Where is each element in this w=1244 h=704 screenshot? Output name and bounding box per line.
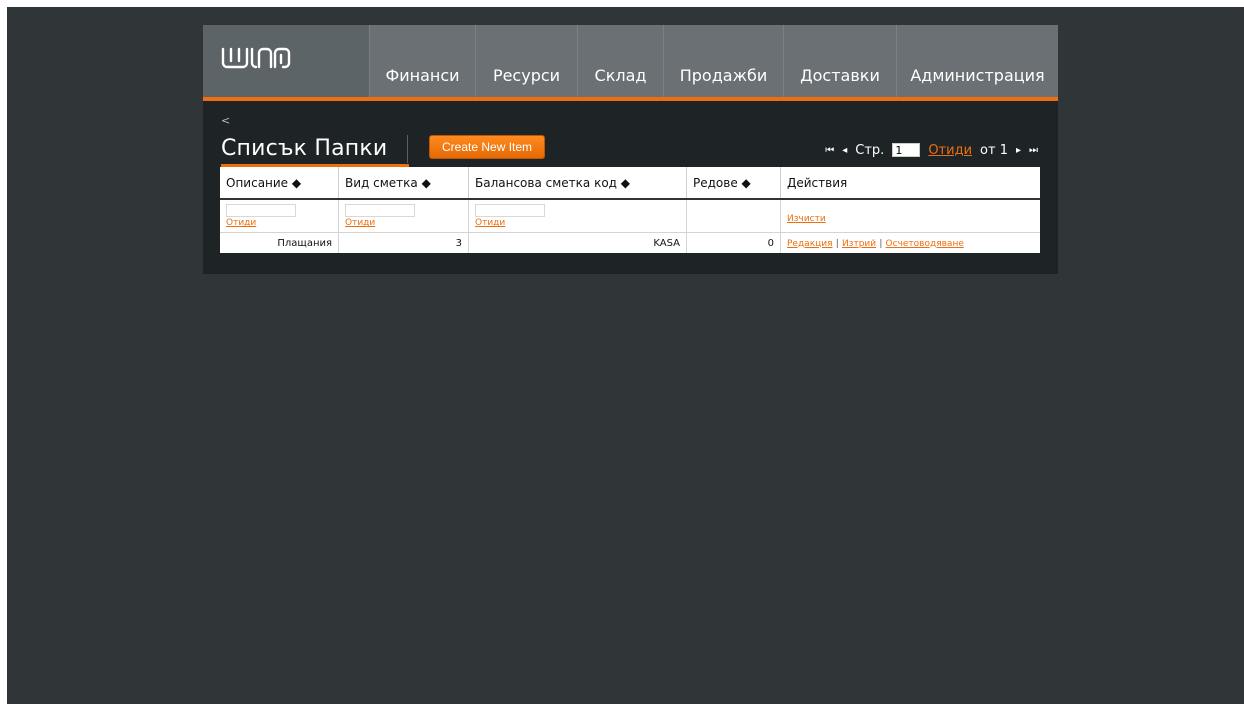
page-title: Списък Папки xyxy=(221,135,409,163)
page-count-label: от 1 xyxy=(980,142,1008,158)
create-new-item-button[interactable]: Create New Item xyxy=(429,135,546,159)
nav-resources[interactable]: Ресурси xyxy=(475,25,577,97)
cell-account-type: 3 xyxy=(338,232,469,253)
nav-administration[interactable]: Администрация xyxy=(896,25,1058,97)
filter-account-type-input[interactable] xyxy=(345,204,415,217)
first-page-icon[interactable]: ⏮ xyxy=(825,145,834,156)
col-header-lines[interactable]: Редове ◆ xyxy=(686,167,781,200)
wm-logo xyxy=(221,47,291,69)
clear-filters-link[interactable]: Изчисти xyxy=(787,214,1034,224)
nav-sales[interactable]: Продажби xyxy=(663,25,783,97)
pagination: ⏮ ◂ Стр. Отиди от 1 ▸ ⏭ xyxy=(825,141,1038,159)
filter-cell: Изчисти xyxy=(780,199,1040,233)
folders-table: Описание ◆ Вид сметка ◆ Балансова сметка… xyxy=(220,167,1040,253)
prev-page-icon[interactable]: ◂ xyxy=(842,145,847,156)
nav-finance[interactable]: Финанси xyxy=(369,25,475,97)
page-background: Финанси Ресурси Склад Продажби Доставки … xyxy=(7,7,1244,704)
last-page-icon[interactable]: ⏭ xyxy=(1029,145,1038,156)
app-container: Финанси Ресурси Склад Продажби Доставки … xyxy=(203,25,1058,274)
post-link[interactable]: Осчетоводяване xyxy=(886,239,964,249)
filter-account-type-go[interactable]: Отиди xyxy=(345,218,462,228)
filter-cell-empty xyxy=(686,199,781,233)
filter-description-input[interactable] xyxy=(226,204,296,217)
cell-description: Плащания xyxy=(220,232,339,253)
col-header-description[interactable]: Описание ◆ xyxy=(220,167,339,200)
back-link[interactable]: < xyxy=(221,114,230,127)
cell-actions: Редакция | Изтрий | Осчетоводяване xyxy=(781,233,1041,254)
cell-balance-code: KASA xyxy=(468,232,687,253)
col-header-balance-code[interactable]: Балансова сметка код ◆ xyxy=(468,167,687,200)
page-label: Стр. xyxy=(855,142,885,158)
filter-description-go[interactable]: Отиди xyxy=(226,218,332,228)
separator: | xyxy=(835,238,839,249)
content-panel: < Списък Папки Create New Item ⏮ ◂ Стр. … xyxy=(203,101,1058,274)
main-nav: Финанси Ресурси Склад Продажби Доставки … xyxy=(369,25,1058,97)
logo-area xyxy=(203,25,369,97)
cell-lines: 0 xyxy=(686,232,781,253)
table-row: Плащания 3 KASA 0 Редакция | Изтрий | Ос… xyxy=(220,232,1041,254)
filter-cell: Отиди xyxy=(220,199,339,233)
filter-balance-code-go[interactable]: Отиди xyxy=(475,218,680,228)
nav-warehouse[interactable]: Склад xyxy=(577,25,663,97)
delete-link[interactable]: Изтрий xyxy=(842,239,876,249)
table-header-row: Описание ◆ Вид сметка ◆ Балансова сметка… xyxy=(220,167,1040,200)
col-header-account-type[interactable]: Вид сметка ◆ xyxy=(338,167,469,200)
next-page-icon[interactable]: ▸ xyxy=(1016,145,1021,156)
filter-balance-code-input[interactable] xyxy=(475,204,545,217)
nav-deliveries[interactable]: Доставки xyxy=(783,25,896,97)
filter-cell: Отиди xyxy=(338,199,469,233)
edit-link[interactable]: Редакция xyxy=(787,239,833,249)
separator: | xyxy=(879,238,883,249)
filter-row: Отиди Отиди Отиди Изчисти xyxy=(220,199,1040,233)
page-number-input[interactable] xyxy=(892,143,921,157)
filter-cell: Отиди xyxy=(468,199,687,233)
go-page-link[interactable]: Отиди xyxy=(928,143,972,158)
top-header: Финанси Ресурси Склад Продажби Доставки … xyxy=(203,25,1058,97)
col-header-actions: Действия xyxy=(780,167,1040,200)
